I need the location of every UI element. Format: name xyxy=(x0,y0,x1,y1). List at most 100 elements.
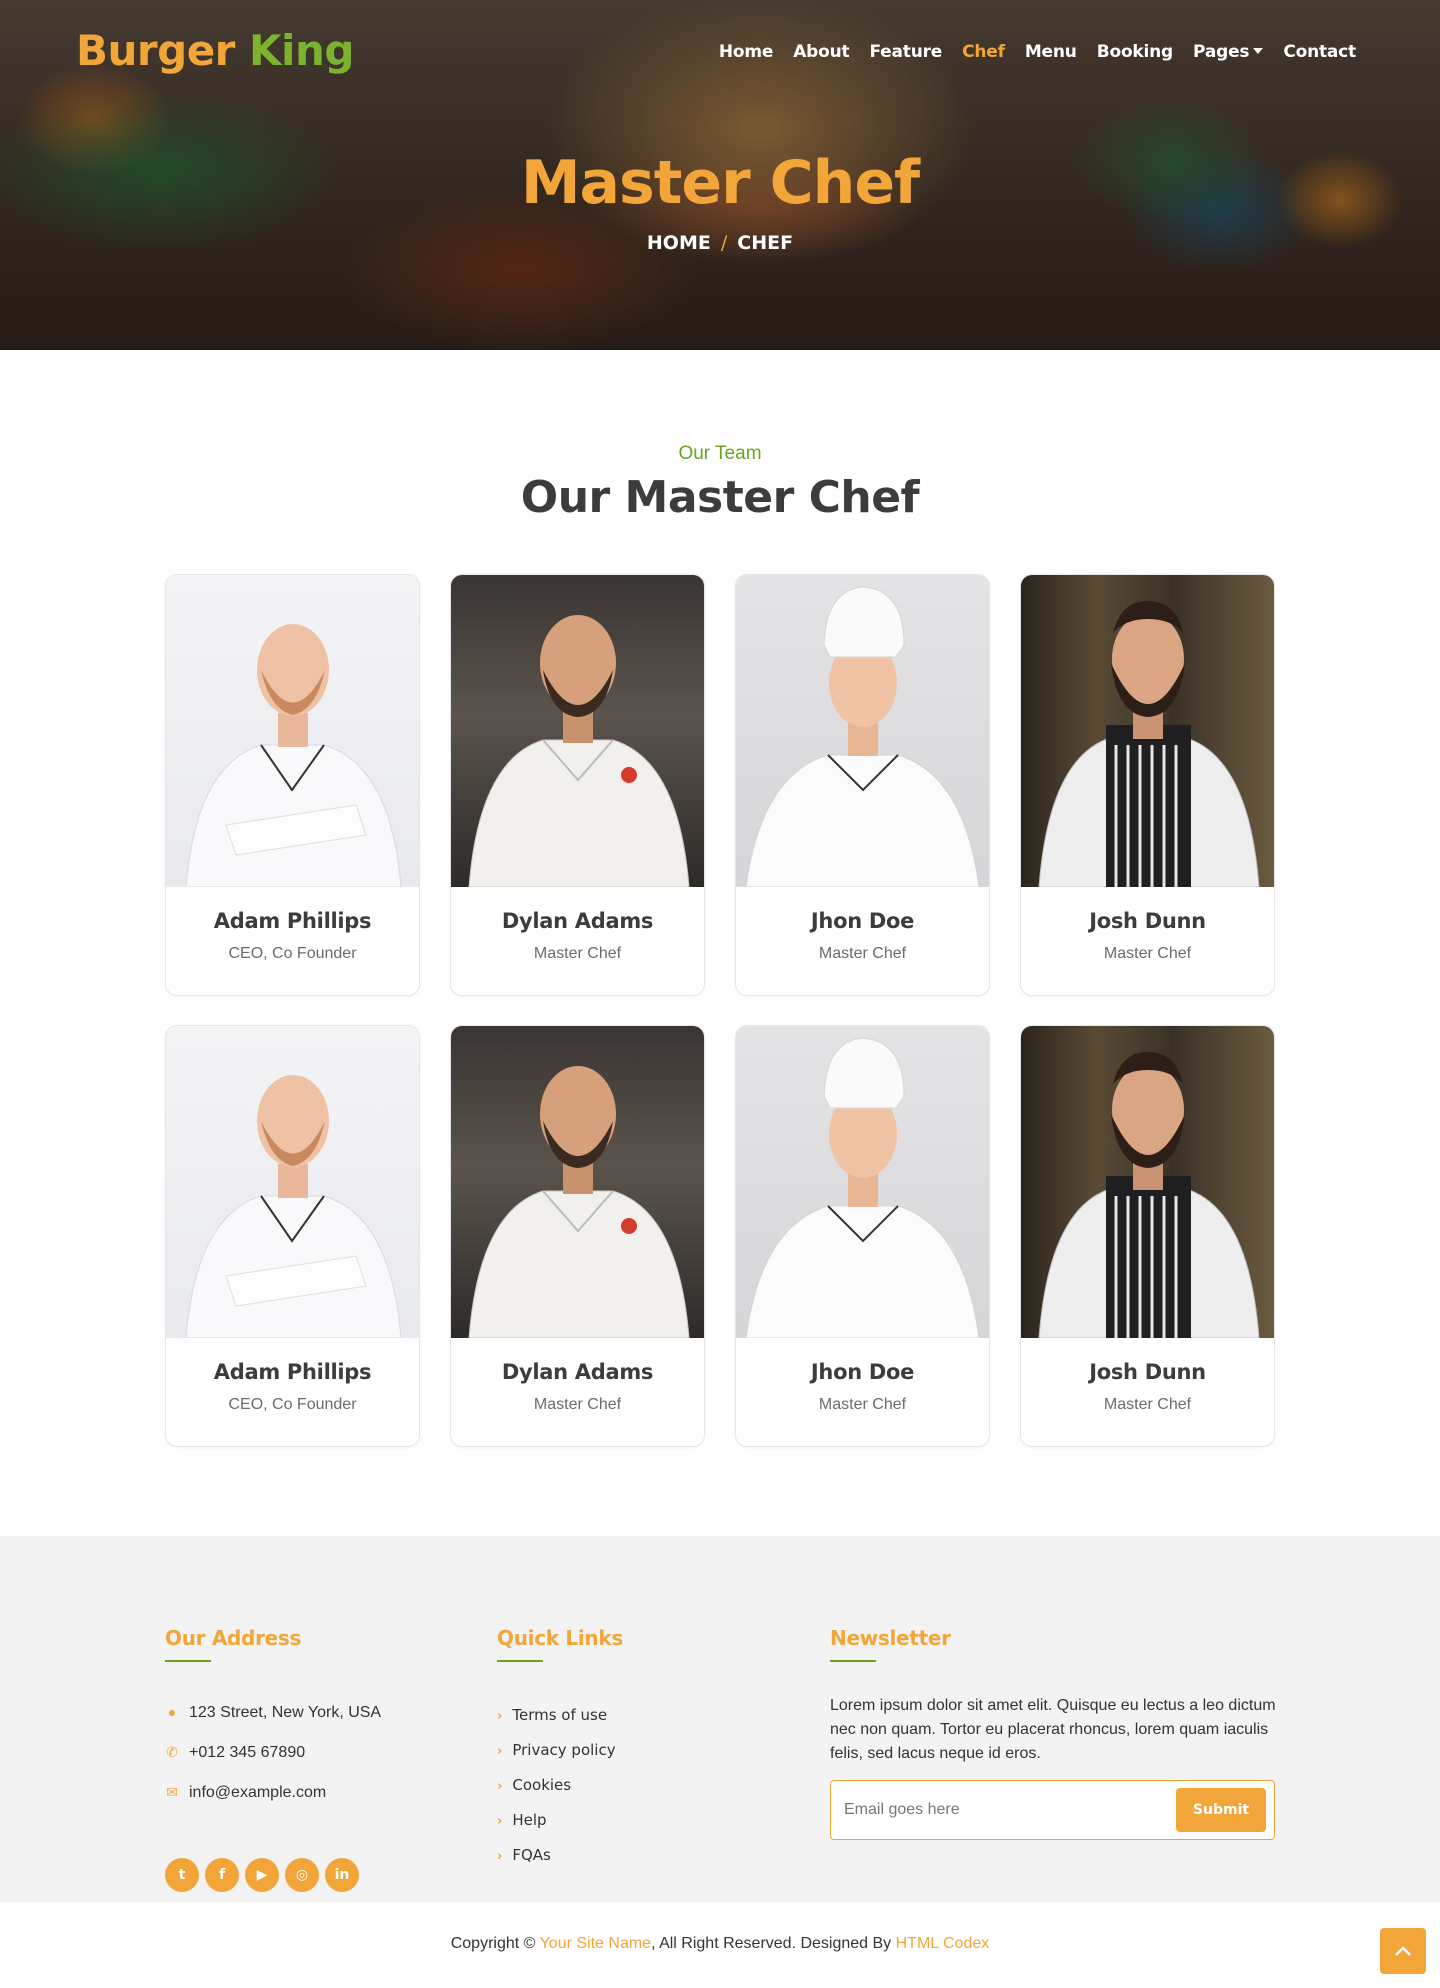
link-label: Cookies xyxy=(512,1776,572,1794)
youtube-icon[interactable]: ▶ xyxy=(245,1858,279,1892)
footer-link-privacy[interactable]: › Privacy policy xyxy=(497,1741,616,1759)
newsletter-submit-button[interactable]: Submit xyxy=(1176,1788,1266,1832)
email-row: ✉ info@example.com xyxy=(165,1784,326,1802)
chevron-right-icon: › xyxy=(497,1849,503,1864)
team-card[interactable]: Jhon Doe Master Chef xyxy=(735,574,990,996)
chef-role: Master Chef xyxy=(533,945,622,962)
footer-link-help[interactable]: › Help xyxy=(497,1811,547,1829)
chef-name: Jhon Doe xyxy=(810,1360,915,1384)
chef-name: Dylan Adams xyxy=(501,1360,654,1384)
designer-link[interactable]: HTML Codex xyxy=(896,1935,990,1952)
phone-text: +012 345 67890 xyxy=(189,1744,306,1761)
linkedin-icon[interactable]: in xyxy=(325,1858,359,1892)
breadcrumb-current: CHEF xyxy=(737,232,794,254)
nav-feature[interactable]: Feature xyxy=(869,42,942,62)
title-underline xyxy=(165,1660,211,1662)
main-nav: Home About Feature Chef Menu Booking Pag… xyxy=(719,42,1356,62)
section-title: Our Master Chef xyxy=(520,472,920,523)
team-card[interactable]: Josh Dunn Master Chef xyxy=(1020,1025,1275,1447)
link-label: Terms of use xyxy=(512,1706,608,1724)
brand-logo[interactable]: Burger King xyxy=(76,26,354,75)
chef-photo xyxy=(1021,575,1274,887)
copyright: Copyright © Your Site Name, All Right Re… xyxy=(0,1935,1440,1953)
link-label: Help xyxy=(512,1811,547,1829)
link-label: Privacy policy xyxy=(512,1741,616,1759)
nav-chef[interactable]: Chef xyxy=(962,42,1005,62)
site-name-link[interactable]: Your Site Name xyxy=(540,1935,651,1952)
brand-part-1: Burger xyxy=(76,26,235,75)
back-to-top-button[interactable] xyxy=(1380,1928,1426,1974)
title-underline xyxy=(497,1660,543,1662)
chef-role: Master Chef xyxy=(533,1396,622,1413)
team-card[interactable]: Adam Phillips CEO, Co Founder xyxy=(165,1025,420,1447)
chef-name: Josh Dunn xyxy=(1089,909,1206,933)
newsletter-email-input[interactable] xyxy=(832,1782,1162,1838)
chef-photo xyxy=(166,1026,419,1338)
email-text: info@example.com xyxy=(189,1784,327,1801)
chef-role: Master Chef xyxy=(818,945,907,962)
chef-photo xyxy=(736,1026,989,1338)
nav-contact[interactable]: Contact xyxy=(1283,42,1356,62)
copyright-prefix: Copyright © xyxy=(450,1935,540,1952)
instagram-icon[interactable]: ◎ xyxy=(285,1858,319,1892)
nav-home[interactable]: Home xyxy=(719,42,774,62)
team-card[interactable]: Dylan Adams Master Chef xyxy=(450,574,705,996)
breadcrumb-home[interactable]: HOME xyxy=(647,232,711,254)
team-card[interactable]: Jhon Doe Master Chef xyxy=(735,1025,990,1447)
chef-role: Master Chef xyxy=(1103,1396,1192,1413)
page-header-hero: Burger King Home About Feature Chef Menu… xyxy=(0,0,1440,350)
breadcrumb-separator: / xyxy=(720,232,728,254)
chevron-up-icon xyxy=(1395,1946,1411,1956)
nav-menu[interactable]: Menu xyxy=(1025,42,1077,62)
chef-role: Master Chef xyxy=(1103,945,1192,962)
footer-address: Our Address ● 123 Street, New York, USA ✆… xyxy=(165,1626,465,1906)
newsletter-form: Submit xyxy=(830,1780,1275,1840)
chef-name: Josh Dunn xyxy=(1089,1360,1206,1384)
phone-row: ✆ +012 345 67890 xyxy=(165,1744,305,1762)
footer: Our Address ● 123 Street, New York, USA ✆… xyxy=(0,1536,1440,1902)
chef-role: CEO, Co Founder xyxy=(228,1396,357,1413)
chef-role: Master Chef xyxy=(818,1396,907,1413)
footer-newsletter: Newsletter Lorem ipsum dolor sit amet el… xyxy=(830,1626,1280,1906)
team-card[interactable]: Josh Dunn Master Chef xyxy=(1020,574,1275,996)
envelope-icon: ✉ xyxy=(166,1784,178,1800)
link-label: FQAs xyxy=(512,1846,551,1864)
page-title: Master Chef xyxy=(520,148,920,218)
chef-name: Dylan Adams xyxy=(501,909,654,933)
team-card[interactable]: Adam Phillips CEO, Co Founder xyxy=(165,574,420,996)
nav-booking[interactable]: Booking xyxy=(1097,42,1174,62)
chef-name: Adam Phillips xyxy=(213,909,372,933)
footer-link-faqs[interactable]: › FQAs xyxy=(497,1846,551,1864)
chevron-right-icon: › xyxy=(497,1779,503,1794)
address-row: ● 123 Street, New York, USA xyxy=(165,1704,381,1722)
facebook-icon[interactable]: f xyxy=(205,1858,239,1892)
twitter-icon[interactable]: t xyxy=(165,1858,199,1892)
copyright-middle: , All Right Reserved. Designed By xyxy=(651,1935,896,1952)
section-subtitle: Our Team xyxy=(678,443,762,464)
chef-photo xyxy=(166,575,419,887)
footer-link-cookies[interactable]: › Cookies xyxy=(497,1776,571,1794)
footer-links-title: Quick Links xyxy=(497,1626,623,1650)
footer-newsletter-title: Newsletter xyxy=(830,1626,951,1650)
caret-down-icon xyxy=(1253,48,1264,54)
chef-photo xyxy=(451,575,704,887)
team-card[interactable]: Dylan Adams Master Chef xyxy=(450,1025,705,1447)
footer-address-title: Our Address xyxy=(165,1626,302,1650)
chef-photo xyxy=(736,575,989,887)
breadcrumb: HOME / CHEF xyxy=(0,232,1440,254)
social-links: t f ▶ ◎ in xyxy=(165,1858,359,1892)
brand-part-2: King xyxy=(249,26,354,75)
map-marker-icon: ● xyxy=(167,1704,177,1720)
footer-link-terms[interactable]: › Terms of use xyxy=(497,1706,607,1724)
title-underline xyxy=(830,1660,876,1662)
chevron-right-icon: › xyxy=(497,1744,503,1759)
nav-about[interactable]: About xyxy=(793,42,849,62)
newsletter-text: Lorem ipsum dolor sit amet elit. Quisque… xyxy=(830,1697,1276,1762)
nav-pages-label: Pages xyxy=(1193,42,1250,62)
footer-quick-links: Quick Links › Terms of use › Privacy polic… xyxy=(497,1626,747,1906)
nav-pages-dropdown[interactable]: Pages xyxy=(1193,42,1264,62)
chef-name: Jhon Doe xyxy=(810,909,915,933)
chef-name: Adam Phillips xyxy=(213,1360,372,1384)
phone-icon: ✆ xyxy=(166,1744,178,1760)
chef-role: CEO, Co Founder xyxy=(228,945,357,962)
